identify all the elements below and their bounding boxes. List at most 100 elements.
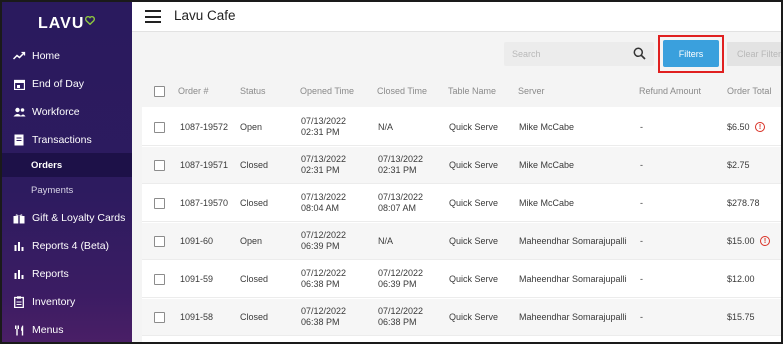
sidebar-item-transactions[interactable]: Transactions bbox=[2, 126, 132, 154]
top-header: Lavu Cafe bbox=[132, 2, 781, 32]
order-total: $2.75 bbox=[727, 160, 750, 170]
column-header[interactable]: Server bbox=[518, 86, 545, 96]
order-status: Closed bbox=[240, 312, 269, 322]
sidebar-item-label: Home bbox=[32, 50, 61, 62]
table-row[interactable]: 1087-19570 Closed 07/13/2022 08:04 AM 07… bbox=[142, 185, 781, 222]
order-status: Closed bbox=[240, 160, 269, 170]
sidebar-subitem-payments[interactable]: Payments bbox=[2, 178, 132, 202]
search-input[interactable] bbox=[512, 46, 622, 62]
column-header[interactable]: Refund Amount bbox=[639, 86, 701, 96]
sidebar-item-end-of-day[interactable]: End of Day bbox=[2, 70, 132, 98]
sidebar-item-workforce[interactable]: Workforce bbox=[2, 98, 132, 126]
sidebar-item-label: Reports 4 (Beta) bbox=[32, 240, 110, 252]
sidebar-subitem-label: Orders bbox=[31, 159, 63, 171]
sidebar-subitem-orders[interactable]: Orders bbox=[2, 153, 132, 177]
column-header[interactable]: Closed Time bbox=[377, 86, 427, 96]
orders-table: Order # Status Opened Time Closed Time T… bbox=[142, 77, 781, 342]
column-header[interactable]: Order Total bbox=[727, 86, 771, 96]
order-number: 1087-19572 bbox=[180, 122, 229, 132]
closed-date: N/A bbox=[378, 122, 394, 132]
bar-chart-icon bbox=[12, 239, 26, 253]
order-number: 1087-19570 bbox=[180, 198, 229, 208]
sidebar-item-inventory[interactable]: Inventory bbox=[2, 288, 132, 316]
lavu-logo[interactable]: LAVU bbox=[38, 12, 96, 36]
table-row[interactable]: 1091-60 Open 07/12/2022 06:39 PM N/A Qui… bbox=[142, 223, 781, 260]
row-checkbox[interactable] bbox=[154, 274, 165, 285]
closed-date: 07/13/2022 bbox=[378, 192, 424, 202]
row-checkbox[interactable] bbox=[154, 198, 165, 209]
column-header[interactable]: Opened Time bbox=[300, 86, 354, 96]
order-total: $12.00 bbox=[727, 274, 755, 284]
order-total: $278.78 bbox=[727, 198, 760, 208]
sidebar-subitem-label: Payments bbox=[31, 184, 74, 196]
opened-date: 07/13/2022 bbox=[301, 192, 347, 202]
column-header[interactable]: Status bbox=[240, 86, 266, 96]
alert-icon[interactable]: ! bbox=[755, 122, 765, 132]
table-name: Quick Serve bbox=[449, 198, 499, 208]
sidebar-item-label: Menus bbox=[32, 324, 64, 336]
sidebar-item-home[interactable]: Home bbox=[2, 42, 132, 70]
order-number: 1091-60 bbox=[180, 236, 214, 246]
server-name: Maheendhar Somarajupalli bbox=[519, 312, 627, 322]
row-checkbox[interactable] bbox=[154, 160, 165, 171]
hamburger-menu-icon[interactable] bbox=[145, 10, 161, 23]
search-box bbox=[504, 42, 654, 66]
bar-chart-icon bbox=[12, 267, 26, 281]
people-icon bbox=[12, 105, 26, 119]
order-total: $15.00 bbox=[727, 236, 755, 246]
refund-amount: - bbox=[640, 274, 643, 284]
opened-date: 07/13/2022 bbox=[301, 116, 347, 126]
closed-time: 02:31 PM bbox=[378, 165, 417, 175]
row-checkbox[interactable] bbox=[154, 236, 165, 247]
heart-icon bbox=[85, 15, 96, 25]
server-name: Maheendhar Somarajupalli bbox=[519, 236, 627, 246]
table-row[interactable]: 1087-19572 Open 07/13/2022 02:31 PM N/A … bbox=[142, 109, 781, 146]
order-status: Closed bbox=[240, 198, 269, 208]
sidebar-item-reports[interactable]: Reports bbox=[2, 260, 132, 288]
fork-knife-icon bbox=[12, 323, 26, 337]
column-header[interactable]: Order # bbox=[178, 86, 209, 96]
table-name: Quick Serve bbox=[449, 274, 499, 284]
opened-date: 07/13/2022 bbox=[301, 154, 347, 164]
table-name: Quick Serve bbox=[449, 122, 499, 132]
refund-amount: - bbox=[640, 160, 643, 170]
opened-time: 02:31 PM bbox=[301, 127, 340, 137]
order-status: Closed bbox=[240, 274, 269, 284]
table-header: Order # Status Opened Time Closed Time T… bbox=[142, 77, 781, 107]
clipboard-icon bbox=[12, 295, 26, 309]
sidebar-item-label: Reports bbox=[32, 268, 69, 280]
search-icon[interactable] bbox=[633, 47, 646, 60]
alert-icon[interactable]: ! bbox=[760, 236, 770, 246]
row-checkbox[interactable] bbox=[154, 122, 165, 133]
sidebar-item-reports-4-beta[interactable]: Reports 4 (Beta) bbox=[2, 232, 132, 260]
sidebar-item-menus[interactable]: Menus bbox=[2, 316, 132, 342]
opened-time: 06:38 PM bbox=[301, 317, 340, 327]
order-number: 1087-19571 bbox=[180, 160, 229, 170]
select-all-checkbox[interactable] bbox=[154, 86, 165, 97]
closed-date: 07/12/2022 bbox=[378, 268, 424, 278]
gift-icon bbox=[12, 211, 26, 225]
table-row[interactable]: 1091-59 Closed 07/12/2022 06:38 PM 07/12… bbox=[142, 261, 781, 298]
sidebar-item-label: Workforce bbox=[32, 106, 80, 118]
logo-text: LAVU bbox=[38, 15, 85, 32]
order-total: $15.75 bbox=[727, 312, 755, 322]
filters-button[interactable]: Filters bbox=[663, 40, 719, 67]
opened-date: 07/12/2022 bbox=[301, 268, 347, 278]
row-checkbox[interactable] bbox=[154, 312, 165, 323]
table-row[interactable]: 1091-58 Closed 07/12/2022 06:38 PM 07/12… bbox=[142, 299, 781, 336]
server-name: Maheendhar Somarajupalli bbox=[519, 274, 627, 284]
table-row[interactable]: 1087-19571 Closed 07/13/2022 02:31 PM 07… bbox=[142, 147, 781, 184]
sidebar-item-gift-loyalty-cards[interactable]: Gift & Loyalty Cards bbox=[2, 204, 132, 232]
opened-time: 06:38 PM bbox=[301, 279, 340, 289]
refund-amount: - bbox=[640, 236, 643, 246]
closed-time: 06:39 PM bbox=[378, 279, 417, 289]
refund-amount: - bbox=[640, 312, 643, 322]
opened-time: 02:31 PM bbox=[301, 165, 340, 175]
order-number: 1091-59 bbox=[180, 274, 214, 284]
opened-date: 07/12/2022 bbox=[301, 230, 347, 240]
clear-filter-button[interactable]: Clear Filter bbox=[727, 42, 781, 66]
order-total: $6.50 bbox=[727, 122, 750, 132]
column-header[interactable]: Table Name bbox=[448, 86, 496, 96]
calendar-icon bbox=[12, 77, 26, 91]
closed-date: 07/13/2022 bbox=[378, 154, 424, 164]
